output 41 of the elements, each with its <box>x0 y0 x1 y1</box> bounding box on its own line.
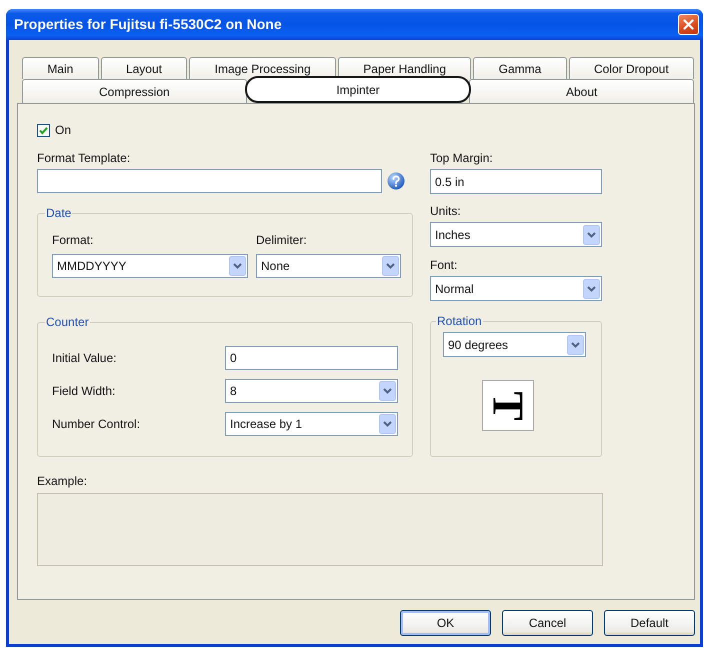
field-width-dropdown[interactable]: 8 <box>225 379 398 403</box>
close-icon <box>683 19 694 30</box>
close-button[interactable] <box>678 14 699 35</box>
tab[interactable]: Color Dropout <box>568 57 694 79</box>
format-dropdown[interactable]: MMDDYYYY <box>52 254 248 278</box>
tab[interactable]: About <box>469 79 694 103</box>
top-margin-field[interactable]: 0.5 in <box>430 169 602 194</box>
help-icon[interactable] <box>387 172 405 190</box>
preview-letter: T <box>486 390 530 420</box>
initial-value-field[interactable]: 0 <box>225 346 398 370</box>
dialog-button[interactable]: Cancel <box>502 610 593 636</box>
tab[interactable]: Compression <box>22 79 247 103</box>
field-label: Example: <box>37 474 88 489</box>
field-label: Number Control: <box>52 416 142 432</box>
group-title: Rotation <box>436 314 483 329</box>
field-label: Format Template: <box>37 151 132 166</box>
field-label: Font: <box>430 258 458 273</box>
field-label: Delimiter: <box>256 233 308 248</box>
tab[interactable]: Impinter <box>244 76 472 103</box>
units-dropdown[interactable]: Inches <box>430 222 602 247</box>
tab[interactable]: Gamma <box>473 57 567 79</box>
tab[interactable]: Image Processing <box>189 57 336 79</box>
window-title: Properties for Fujitsu fi-5530C2 on None <box>14 15 282 34</box>
rotation-dropdown[interactable]: 90 degrees <box>443 332 586 357</box>
dialog-button[interactable]: Default <box>604 610 695 636</box>
field-label: Field Width: <box>52 384 116 398</box>
field-label: Format: <box>52 233 94 248</box>
field-label: Initial Value: <box>52 350 118 366</box>
group-title: Date <box>45 206 72 221</box>
field-label: Units: <box>430 204 462 219</box>
dialog-button[interactable]: OK <box>400 610 491 636</box>
font-dropdown[interactable]: Normal <box>430 276 602 301</box>
format-template-field[interactable] <box>37 169 382 193</box>
group-title: Counter <box>45 315 90 330</box>
number-control-dropdown[interactable]: Increase by 1 <box>225 412 398 436</box>
checkbox-label[interactable]: On <box>55 123 72 137</box>
delimiter-dropdown[interactable]: None <box>256 254 401 278</box>
tab[interactable]: Layout <box>100 57 188 79</box>
checkbox[interactable] <box>37 124 50 136</box>
tab[interactable]: Main <box>22 57 99 79</box>
field-label: Top Margin: <box>430 151 494 166</box>
